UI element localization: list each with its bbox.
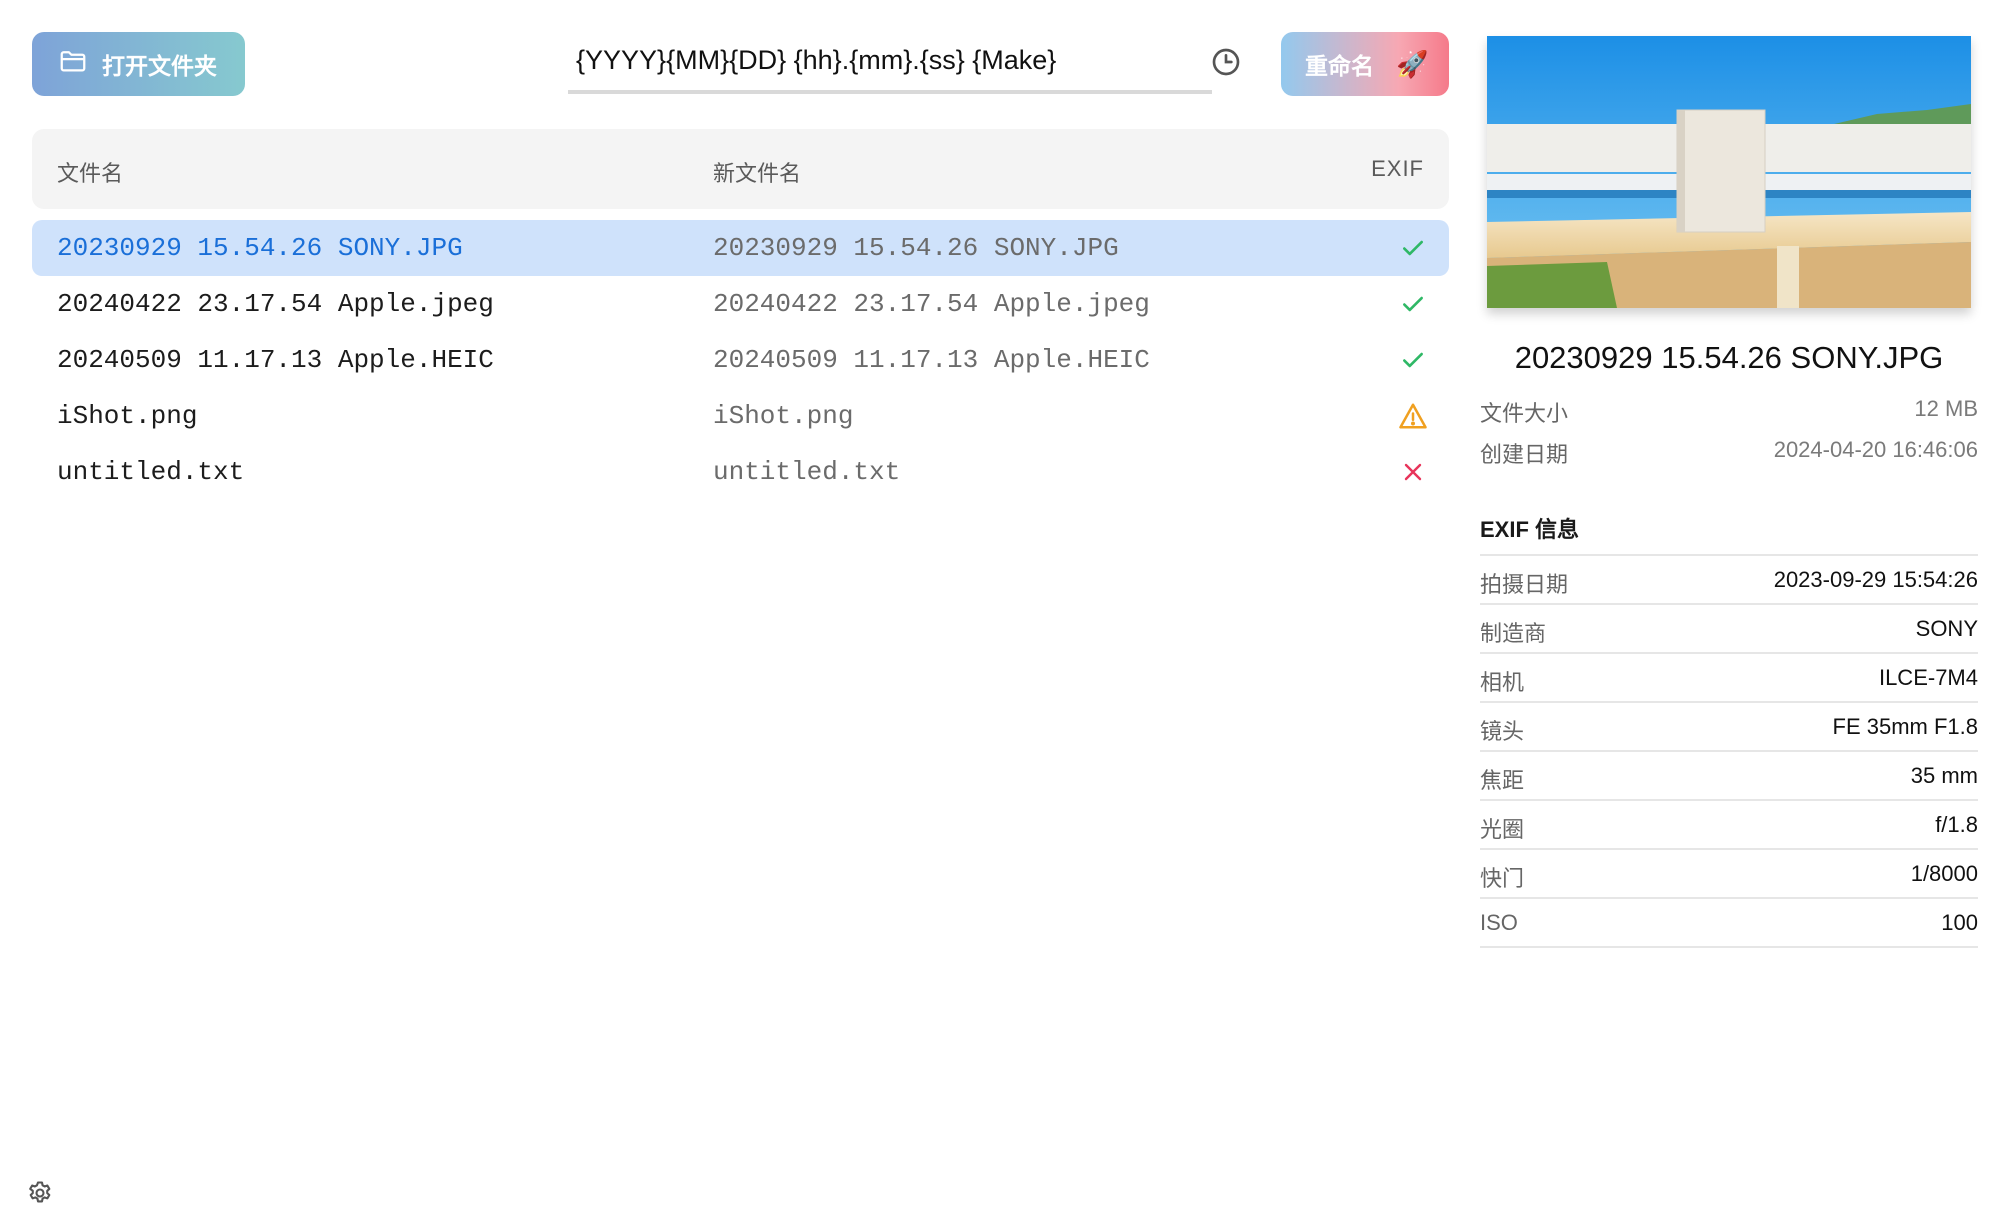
table-row[interactable]: iShot.png iShot.png [32,388,1449,444]
settings-button[interactable] [26,1179,54,1207]
header-exif: EXIF [1371,156,1424,181]
rename-template-input[interactable] [568,32,1212,88]
table-row[interactable]: untitled.txt untitled.txt [32,444,1449,500]
exif-key: 镜头 [1480,719,1525,744]
new-file-name: untitled.txt [713,457,901,487]
exif-value: ILCE-7M4 [1878,665,1978,690]
exif-key: 光圈 [1480,817,1525,842]
file-size-row: 文件大小 12 MB [1480,396,1978,426]
table-row[interactable]: 20240422 23.17.54 Apple.jpeg 20240422 23… [32,276,1449,332]
open-folder-button[interactable]: 打开文件夹 [32,32,245,96]
file-name: iShot.png [57,401,198,431]
exif-key: 相机 [1480,670,1525,695]
exif-row: 相机 ILCE-7M4 [1480,652,1978,701]
exif-key: 制造商 [1480,621,1547,646]
file-table-header: 文件名 新文件名 EXIF [32,129,1449,209]
file-name: 20240509 11.17.13 Apple.HEIC [57,345,494,375]
file-name: 20240422 23.17.54 Apple.jpeg [57,289,494,319]
folder-open-icon [58,46,88,82]
photo-preview [1487,36,1971,308]
created-date-value: 2024-04-20 16:46:06 [1773,437,1978,462]
check-icon [1398,233,1428,263]
history-button[interactable] [1208,46,1244,82]
rocket-icon: 🚀 [1396,48,1429,79]
rename-template-field [568,32,1212,94]
exif-value: 100 [1941,910,1978,935]
file-size-label: 文件大小 [1480,401,1569,426]
exif-row: 镜头 FE 35mm F1.8 [1480,701,1978,750]
exif-key: 焦距 [1480,768,1525,793]
clock-history-icon [1210,46,1242,83]
file-size-value: 12 MB [1914,396,1978,421]
header-new-filename: 新文件名 [713,161,802,186]
exif-row: ISO 100 [1480,897,1978,948]
new-file-name: 20240422 23.17.54 Apple.jpeg [713,289,1150,319]
table-row[interactable]: 20240509 11.17.13 Apple.HEIC 20240509 11… [32,332,1449,388]
exif-row: 焦距 35 mm [1480,750,1978,799]
open-folder-label: 打开文件夹 [102,53,217,79]
check-icon [1398,289,1428,319]
exif-value: 1/8000 [1910,861,1978,886]
exif-row: 拍摄日期 2023-09-29 15:54:26 [1480,554,1978,603]
exif-heading: EXIF 信息 [1480,517,1580,542]
file-name: untitled.txt [57,457,245,487]
exif-value: SONY [1915,616,1978,641]
exif-value: 35 mm [1910,763,1978,788]
exif-list: 拍摄日期 2023-09-29 15:54:26 制造商 SONY 相机 ILC… [1480,554,1978,948]
rename-button[interactable]: 重命名 🚀 [1281,32,1449,96]
gear-icon [26,1181,54,1211]
new-file-name: 20230929 15.54.26 SONY.JPG [713,233,1119,263]
created-date-row: 创建日期 2024-04-20 16:46:06 [1480,437,1978,467]
exif-value: FE 35mm F1.8 [1832,714,1978,739]
exif-row: 光圈 f/1.8 [1480,799,1978,848]
warning-icon [1398,401,1428,431]
exif-row: 制造商 SONY [1480,603,1978,652]
new-file-name: 20240509 11.17.13 Apple.HEIC [713,345,1150,375]
exif-row: 快门 1/8000 [1480,848,1978,897]
exif-key: 快门 [1480,866,1525,891]
exif-key: 拍摄日期 [1480,572,1569,597]
file-name: 20230929 15.54.26 SONY.JPG [57,233,463,263]
exif-value: f/1.8 [1935,812,1978,837]
close-icon [1398,457,1428,487]
exif-value: 2023-09-29 15:54:26 [1773,567,1978,592]
rename-label: 重命名 [1305,53,1374,79]
check-icon [1398,345,1428,375]
new-file-name: iShot.png [713,401,854,431]
file-list: 20230929 15.54.26 SONY.JPG 20230929 15.5… [32,220,1449,500]
preview-filename: 20230929 15.54.26 SONY.JPG [1514,340,1944,375]
exif-key: ISO [1480,910,1518,935]
created-date-label: 创建日期 [1480,442,1569,467]
table-row[interactable]: 20230929 15.54.26 SONY.JPG 20230929 15.5… [32,220,1449,276]
header-filename: 文件名 [57,161,124,186]
